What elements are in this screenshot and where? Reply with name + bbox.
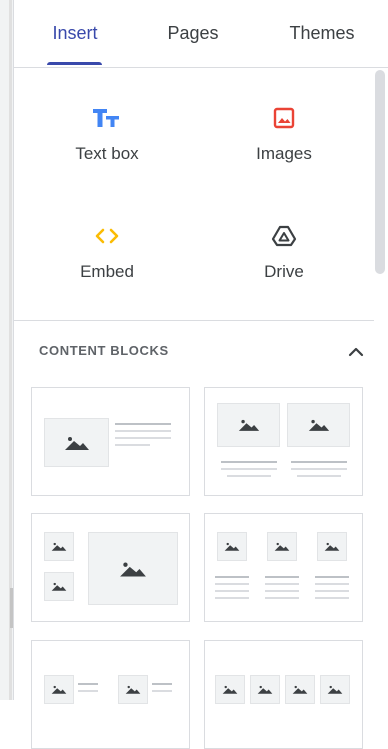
text-line (315, 590, 349, 592)
text-line (291, 461, 347, 463)
tab-pages[interactable]: Pages (154, 0, 232, 67)
insert-embed-label: Embed (80, 262, 134, 281)
image-placeholder-icon (217, 403, 280, 447)
content-block-image-left-text[interactable] (31, 387, 190, 496)
embed-icon (17, 222, 197, 250)
content-block-four-images[interactable] (204, 640, 363, 749)
left-canvas-edge (0, 0, 13, 700)
insert-drive-label: Drive (264, 262, 304, 281)
tab-themes[interactable]: Themes (274, 0, 370, 67)
content-blocks-header: CONTENT BLOCKS (39, 343, 169, 358)
image-icon (194, 104, 374, 132)
image-placeholder-icon (317, 532, 347, 561)
text-line (315, 583, 349, 585)
content-block-small-images-large-image[interactable] (31, 513, 190, 622)
text-line (152, 683, 172, 685)
image-placeholder-icon (44, 572, 74, 601)
text-line (265, 597, 299, 599)
image-placeholder-icon (88, 532, 178, 605)
active-tab-indicator (47, 62, 102, 65)
text-line (221, 468, 277, 470)
text-line (265, 583, 299, 585)
text-line (291, 468, 347, 470)
text-line (215, 590, 249, 592)
chevron-up-icon (348, 347, 364, 357)
text-line (265, 590, 299, 592)
insert-images-label: Images (256, 144, 312, 163)
text-line (78, 690, 98, 692)
text-line (152, 690, 172, 692)
text-line (265, 576, 299, 578)
panel-tabs: Insert Pages Themes (14, 0, 388, 68)
tab-insert[interactable]: Insert (32, 0, 118, 67)
content-block-image-text-pairs[interactable] (31, 640, 190, 749)
insert-images-button[interactable]: Images (194, 104, 374, 204)
image-placeholder-icon (217, 532, 247, 561)
section-divider (14, 320, 374, 321)
text-box-icon (17, 104, 197, 132)
text-line (115, 444, 150, 446)
content-block-two-images-captions[interactable] (204, 387, 363, 496)
text-line (215, 583, 249, 585)
collapse-content-blocks-button[interactable] (344, 340, 368, 364)
insert-embed-button[interactable]: Embed (17, 222, 197, 322)
text-line (115, 430, 171, 432)
panel-scrollbar-thumb[interactable] (375, 70, 385, 274)
image-placeholder-icon (44, 418, 109, 467)
text-line (115, 423, 171, 425)
text-line (78, 683, 98, 685)
text-line (221, 461, 277, 463)
text-line (115, 437, 171, 439)
text-line (227, 475, 271, 477)
image-placeholder-icon (287, 403, 350, 447)
insert-side-panel: Insert Pages Themes Text box Images Embe… (13, 0, 388, 749)
insert-drive-button[interactable]: Drive (194, 222, 374, 322)
image-placeholder-icon (44, 532, 74, 561)
insert-text-box-button[interactable]: Text box (17, 104, 197, 204)
text-line (297, 475, 341, 477)
text-line (215, 597, 249, 599)
text-line (215, 576, 249, 578)
insert-text-box-label: Text box (75, 144, 139, 163)
drive-icon (194, 222, 374, 250)
content-block-three-images-captions[interactable] (204, 513, 363, 622)
image-placeholder-icon (267, 532, 297, 561)
text-line (315, 597, 349, 599)
text-line (315, 576, 349, 578)
